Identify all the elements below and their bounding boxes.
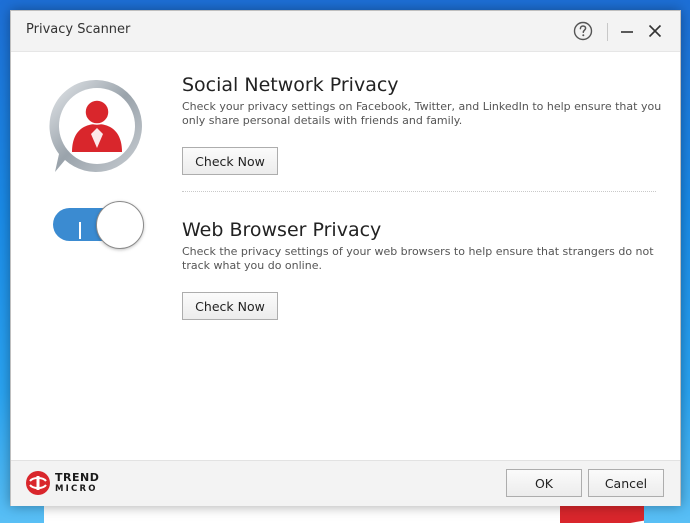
social-network-section: Social Network Privacy Check your privac…	[182, 74, 662, 128]
titlebar-separator	[607, 23, 608, 41]
privacy-scanner-dialog: Privacy Scanner Social Network Privacy C…	[10, 10, 681, 506]
section-divider	[182, 191, 656, 192]
cancel-button[interactable]: Cancel	[588, 469, 664, 497]
toggle-switch-icon	[52, 201, 144, 249]
close-icon	[648, 24, 662, 38]
social-network-title: Social Network Privacy	[182, 74, 399, 96]
minimize-button[interactable]	[615, 19, 639, 43]
minimize-icon	[621, 31, 633, 33]
toggle-knob	[96, 201, 144, 249]
social-check-now-button[interactable]: Check Now	[182, 147, 278, 175]
help-button[interactable]	[571, 19, 595, 43]
social-profile-icon	[47, 76, 147, 180]
web-check-now-button[interactable]: Check Now	[182, 292, 278, 320]
web-browser-description: Check the privacy settings of your web b…	[182, 245, 654, 272]
ok-button[interactable]: OK	[506, 469, 582, 497]
close-button[interactable]	[643, 19, 667, 43]
web-browser-section: Web Browser Privacy Check the privacy se…	[182, 219, 662, 273]
logo-word-micro: MICRO	[55, 483, 98, 494]
web-browser-title: Web Browser Privacy	[182, 219, 382, 241]
logo-text: TREND MICRO	[55, 470, 100, 494]
social-network-description: Check your privacy settings on Facebook,…	[182, 100, 662, 127]
title-bar[interactable]: Privacy Scanner	[11, 11, 680, 52]
footer-bar: TREND MICRO OK Cancel	[11, 460, 680, 506]
question-circle-icon	[573, 21, 593, 41]
trend-micro-logo: TREND MICRO	[25, 470, 99, 496]
trend-micro-logo-icon	[26, 471, 50, 495]
toggle-on-mark	[79, 222, 81, 239]
logo-word-trend: TREND	[55, 470, 100, 484]
window-title: Privacy Scanner	[26, 22, 131, 37]
